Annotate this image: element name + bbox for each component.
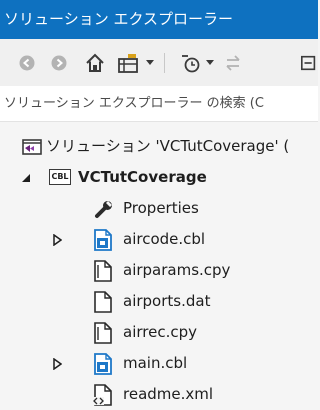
chevron-down-icon [146, 59, 154, 65]
tree-item-project[interactable]: CBL VCTutCoverage [0, 162, 318, 193]
pending-changes-dropdown[interactable] [204, 39, 216, 86]
sync-icon [226, 54, 240, 71]
toolbar-separator [164, 53, 165, 73]
solution-label: ソリューション 'VCTutCoverage' ( [46, 137, 290, 155]
pending-changes-button[interactable] [178, 39, 202, 86]
switch-views-button[interactable] [115, 39, 141, 86]
history-clock-icon [182, 54, 200, 72]
search-input[interactable]: ソリューション エクスプローラー の検索 (C [0, 86, 318, 122]
expanded-arrow-icon [22, 174, 30, 182]
copybook-icon [94, 322, 112, 344]
sync-button[interactable] [222, 39, 244, 86]
tree-item-main[interactable]: main.cbl [0, 348, 318, 379]
wrench-icon [95, 201, 112, 218]
tree-item-label: airrec.cpy [123, 323, 197, 341]
home-icon [86, 53, 104, 72]
copybook-icon [94, 260, 112, 282]
collapse-all-button[interactable] [300, 39, 318, 86]
collapse-all-icon [300, 55, 316, 70]
tree-item-airparams[interactable]: airparams.cpy [0, 255, 318, 286]
tree-item-solution[interactable]: ソリューション 'VCTutCoverage' ( [0, 131, 318, 162]
project-label: VCTutCoverage [78, 168, 207, 186]
tree-item-label: airparams.cpy [123, 261, 231, 279]
collapsed-arrow-icon [53, 234, 62, 246]
solution-icon [22, 139, 42, 155]
forward-arrow-icon [51, 55, 67, 70]
tree-item-airports[interactable]: airports.dat [0, 286, 318, 317]
forward-button[interactable] [48, 39, 70, 86]
tree-item-aircode[interactable]: aircode.cbl [0, 224, 318, 255]
cobol-source-icon [94, 353, 112, 375]
cobol-project-icon: CBL [49, 169, 71, 185]
home-button[interactable] [82, 39, 108, 86]
tree-item-label: readme.xml [123, 385, 214, 403]
file-icon [94, 291, 112, 313]
back-button[interactable] [16, 39, 38, 86]
tree-item-label: main.cbl [123, 354, 188, 372]
collapsed-arrow-icon [53, 358, 62, 370]
chevron-down-icon [206, 59, 214, 65]
back-arrow-icon [19, 55, 35, 70]
toolbar [0, 39, 318, 86]
cobol-source-icon [94, 229, 112, 251]
window-title: ソリューション エクスプローラー [0, 0, 318, 39]
solution-tree: ソリューション 'VCTutCoverage' ( CBL VCTutCover… [0, 122, 318, 407]
xml-file-icon [93, 384, 112, 406]
switch-views-icon [118, 53, 138, 73]
tree-item-readme[interactable]: readme.xml [0, 379, 318, 410]
tree-item-label: Properties [123, 199, 199, 217]
tree-item-airrec[interactable]: airrec.cpy [0, 317, 318, 348]
tree-item-label: aircode.cbl [123, 230, 206, 248]
tree-item-label: airports.dat [123, 292, 211, 310]
tree-item-properties[interactable]: Properties [0, 193, 318, 224]
switch-views-dropdown[interactable] [144, 39, 156, 86]
